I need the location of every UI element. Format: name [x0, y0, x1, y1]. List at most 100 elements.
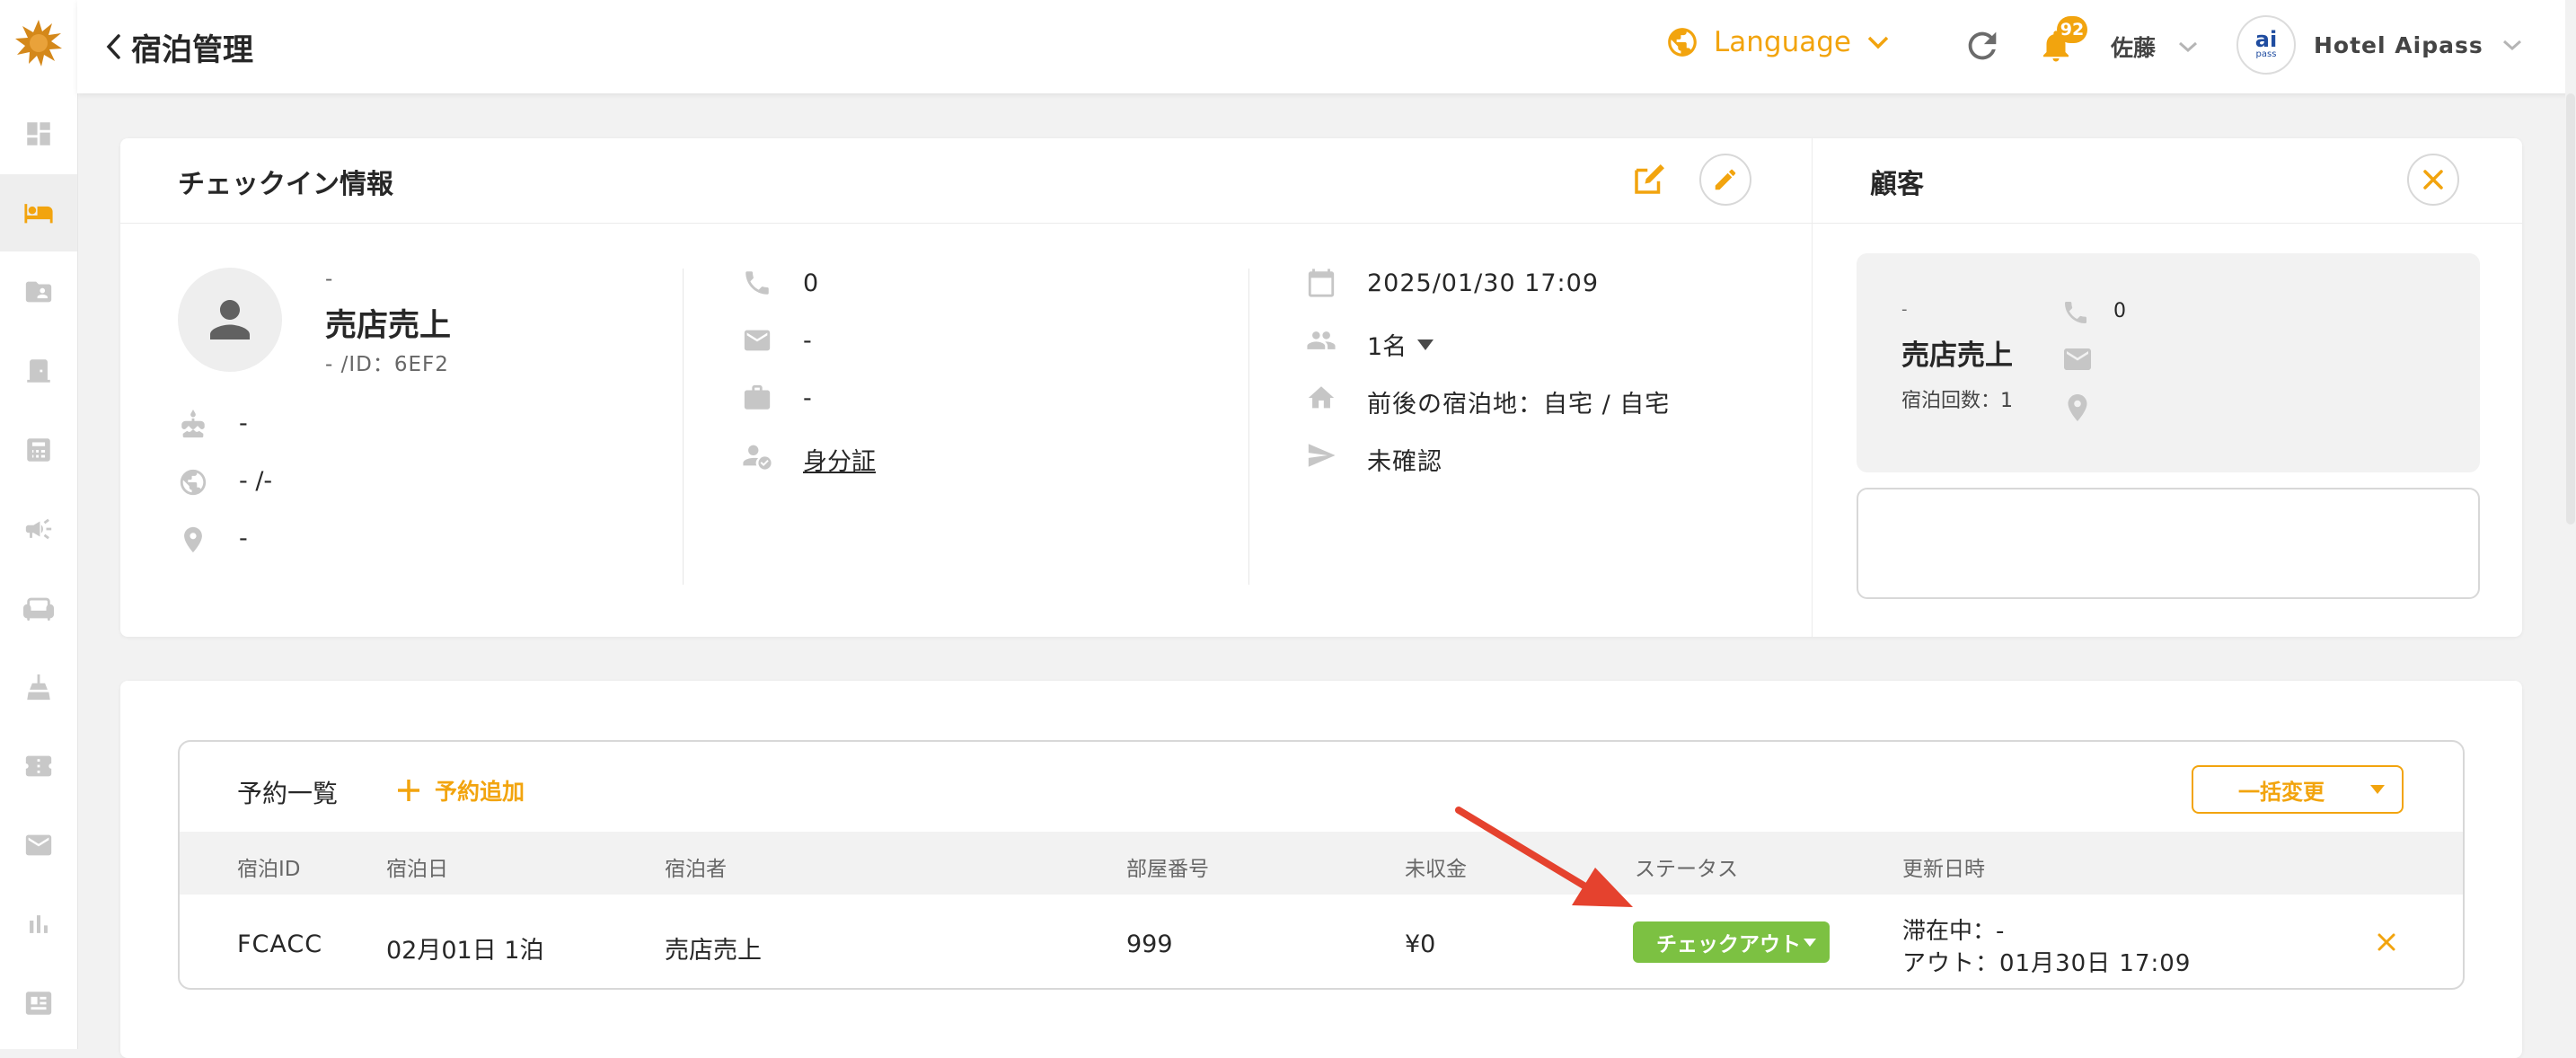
checkin-datetime: 2025/01/30 17:09 — [1367, 269, 1600, 297]
hotel-name: Hotel Aipass — [2314, 31, 2483, 58]
add-reservation-button[interactable]: 予約追加 — [395, 774, 525, 807]
plus-icon — [398, 780, 419, 801]
home-icon — [1306, 383, 1337, 413]
confirmation-status: 未確認 — [1367, 448, 1442, 476]
reservation-id: FCACC — [237, 930, 323, 958]
divider — [1248, 269, 1249, 585]
dashboard-icon — [27, 122, 50, 145]
folder-user-icon — [25, 281, 52, 303]
notification-button[interactable]: 92 — [2037, 16, 2087, 68]
sidebar-item-checkin[interactable] — [0, 332, 77, 410]
status-label: チェックアウト — [1656, 933, 1801, 957]
guests-count-dropdown[interactable]: 1名 — [1367, 327, 1435, 362]
person-icon — [210, 300, 250, 339]
person-check-icon — [742, 440, 772, 471]
sidebar-item-analytics[interactable] — [0, 886, 77, 963]
briefcase-icon — [742, 383, 772, 413]
chevron-down-icon — [2179, 41, 2198, 53]
location-pin-icon — [178, 525, 208, 555]
reservation-unpaid: ¥0 — [1405, 930, 1436, 958]
app-logo-icon[interactable] — [0, 0, 77, 86]
edit-note-icon — [1635, 164, 1664, 194]
sidebar-item-mail[interactable] — [0, 807, 77, 884]
close-customer-button[interactable] — [2407, 154, 2459, 206]
page-title: 宿泊管理 — [131, 32, 253, 68]
edit-note-button[interactable] — [1626, 156, 1672, 203]
sidebar-item-dashboard[interactable] — [0, 95, 77, 172]
sidebar-item-cleaning[interactable] — [0, 648, 77, 726]
customer-info-box[interactable]: - 売店売上 宿泊回数：1 0 — [1857, 253, 2480, 472]
guest-avatar — [178, 268, 282, 372]
globe-icon — [178, 467, 208, 498]
add-reservation-label: 予約追加 — [435, 779, 525, 805]
sidebar-item-tickets[interactable] — [0, 727, 77, 805]
phone-value: 0 — [803, 269, 819, 297]
notification-badge: 92 — [2057, 16, 2087, 43]
guests-count: 1名 — [1367, 333, 1407, 361]
phone-icon — [742, 268, 772, 298]
sidebar-item-news[interactable] — [0, 965, 77, 1042]
nationality-value: - /- — [239, 467, 273, 495]
customer-title: 顧客 — [1870, 169, 1924, 200]
mail-icon — [742, 325, 772, 356]
column-header: 部屋番号 — [1126, 858, 1209, 881]
customer-stay-count: 宿泊回数：1 — [1901, 390, 2013, 412]
sidebar-item-announcements[interactable] — [0, 490, 77, 568]
send-icon — [1306, 440, 1337, 471]
hotel-menu[interactable]: ai pass Hotel Aipass — [2236, 15, 2523, 75]
delete-reservation-button[interactable] — [2371, 927, 2402, 957]
checkin-title: チェックイン情報 — [178, 169, 393, 200]
annotation-arrow-icon — [1455, 807, 1633, 907]
guest-id: - /ID：6EF2 — [325, 353, 449, 376]
phone-icon — [2061, 298, 2090, 327]
divider — [120, 223, 2522, 224]
sidebar-item-accommodation[interactable] — [0, 174, 77, 251]
mail-icon — [25, 834, 52, 856]
divider — [683, 269, 684, 585]
bulk-change-dropdown[interactable]: 一括変更 — [2192, 765, 2404, 814]
sidebar-item-facilities[interactable] — [0, 569, 77, 647]
close-icon — [2378, 933, 2395, 951]
updated-out: アウト：01月30日 17:09 — [1902, 950, 2192, 977]
back-chevron-icon[interactable] — [95, 27, 131, 66]
door-icon — [27, 359, 50, 383]
globe-icon — [1668, 28, 1697, 57]
status-dropdown[interactable]: チェックアウト — [1633, 921, 1830, 963]
caret-down-icon — [1417, 339, 1434, 350]
language-selector[interactable]: Language — [1665, 25, 1891, 59]
reservation-table: 予約一覧 予約追加 一括変更 宿泊ID 宿泊日 宿泊者 部屋番号 未収金 ステー… — [178, 740, 2465, 990]
megaphone-icon — [25, 518, 52, 540]
sidebar-item-accounting[interactable] — [0, 411, 77, 489]
refresh-button[interactable] — [1962, 25, 2003, 70]
scrollbar-track[interactable] — [2565, 0, 2576, 1049]
customer-memo-field[interactable] — [1857, 488, 2480, 599]
caret-down-icon — [2370, 785, 2385, 794]
bar-chart-icon — [30, 915, 48, 933]
people-icon — [1306, 325, 1337, 356]
article-icon — [25, 992, 52, 1015]
email-value: - — [803, 327, 812, 355]
chevron-down-icon — [2502, 40, 2521, 51]
refresh-icon — [1968, 31, 1997, 60]
chevron-down-icon — [1867, 36, 1889, 49]
sofa-icon — [23, 597, 54, 622]
column-header: 宿泊ID — [237, 858, 301, 881]
birthday-value: - — [239, 410, 248, 437]
reservation-list-title: 予約一覧 — [237, 779, 339, 808]
edit-button[interactable] — [1699, 154, 1751, 206]
id-document-link[interactable]: 身分証 — [803, 442, 876, 477]
updated-stay: 滞在中：- — [1902, 918, 2005, 945]
table-row[interactable]: FCACC 02月01日 1泊 売店売上 999 ¥0 チェックアウト 滞在中：… — [180, 895, 2463, 988]
scrollbar-thumb[interactable] — [2566, 93, 2575, 525]
table-header — [180, 832, 2463, 895]
sidebar — [0, 0, 78, 1049]
pencil-icon — [1715, 169, 1736, 190]
customer-phone: 0 — [2113, 300, 2126, 322]
top-header: 宿泊管理 Language 92 佐藤 ai pass Hotel Aipass — [77, 0, 2576, 93]
user-menu[interactable]: 佐藤 — [2111, 31, 2199, 63]
prev-next-stay: 前後の宿泊地：自宅 / 自宅 — [1367, 391, 1671, 419]
reservation-room: 999 — [1126, 930, 1173, 958]
sidebar-item-customers[interactable] — [0, 253, 77, 331]
close-icon — [2423, 170, 2443, 190]
cake-icon — [178, 410, 208, 440]
